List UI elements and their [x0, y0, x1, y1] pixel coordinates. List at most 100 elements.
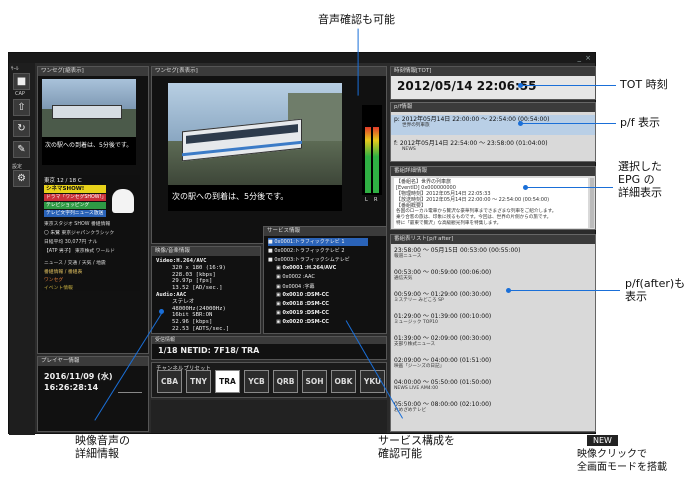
annotation-epg-detail: 選択した EPG の 詳細表示 [618, 160, 662, 199]
service-row[interactable]: ■ 0x0001:トラフィックテレビ 1 [268, 238, 368, 246]
stream-row: ▣ 0x0018 :DSM-CC [276, 301, 329, 307]
data-button-4[interactable]: テレビ文字列ニュース放送 [44, 210, 106, 217]
camera-button[interactable]: ■ [13, 73, 30, 90]
data-button-1[interactable]: シネマSHOW! [44, 185, 106, 193]
callout-line [520, 85, 616, 87]
callout-line [357, 28, 359, 96]
after-item[interactable]: 05:50:00 ～ 08:00:00 (02:10:00) おめざめテレビ [394, 401, 592, 423]
callout-line [525, 187, 613, 189]
netid-value: 1/18 NETID: 7F18/ TRA [158, 346, 260, 355]
audio-samplerate: 48000Hz(24000Hz) [172, 305, 226, 312]
data-button-2[interactable]: ドラマ「ワンセグSHOW!」 [44, 194, 106, 201]
netid-title: 受信情報 [152, 337, 386, 344]
detail-body[interactable]: 【番組名】世界の列車旅 [EventID] 0x000000000 【物理時刻】… [394, 178, 588, 228]
data-list-1[interactable]: 東京スタジオ SHOW 番組情報 [44, 220, 110, 227]
after-item[interactable]: 04:00:00 ～ 05:50:00 (01:50:00) NEWS LIVE … [394, 379, 592, 401]
player-time: 16:26:28:14 [44, 383, 99, 392]
tot-datetime: 2012/05/14 22:06:55 [397, 79, 537, 93]
tot-title: 時刻情報[TOT] [391, 67, 595, 76]
video-fps: 29.97p [fps] [172, 278, 213, 285]
pen-button[interactable]: ✎ [13, 141, 30, 158]
av-info-panel: 映像/音楽情報 Video:H.264/AVC 320 x 180 (16:9)… [151, 246, 261, 334]
after-item[interactable]: 00:53:00 ～ 00:59:00 (00:06:00) 通信天気 [394, 269, 592, 291]
callout-dot [518, 83, 523, 88]
after-item[interactable]: 02:09:00 ～ 04:00:00 (01:51:00) 映画「ジーンズの日記… [394, 357, 592, 379]
video-ad-rate: 13.52 [AD/sec.] [172, 285, 223, 292]
audio-bitrate: 52.96 [kbps] [172, 319, 213, 326]
title-bar: _ × [9, 53, 595, 63]
detail-title: 番組詳細情報 [391, 167, 595, 176]
service-title: サービス情報 [264, 227, 386, 236]
main-video-frame[interactable] [168, 83, 342, 185]
video-resolution: 320 x 180 (16:9) [172, 264, 226, 271]
video-codec: Video:H.264/AVC [156, 258, 207, 264]
refresh-button[interactable]: ↻ [13, 120, 30, 137]
cap-label: CAP [15, 91, 25, 97]
data-button-3[interactable]: テレビショッピング [44, 202, 106, 209]
close-icon[interactable]: × [585, 54, 591, 62]
detail-line: 特に「最東で贅沢」な高級観光列車を特集します。 [396, 221, 502, 226]
player-date: 2016/11/09 (水) [44, 372, 113, 381]
av-info-lines: Video:H.264/AVC 320 x 180 (16:9) 228.03 … [156, 258, 229, 333]
small-video-frame[interactable] [42, 79, 136, 137]
main-video-caption: 次の駅への到着は、5分後です。 [168, 185, 342, 211]
data-link-2[interactable]: 番組情報 / 番組表 [44, 268, 82, 275]
annotation-pf: p/f 表示 [620, 116, 661, 129]
after-title: 番組表リスト[p/f after] [391, 235, 595, 244]
preset-button-qrb[interactable]: QRB [273, 370, 298, 393]
stream-row: ▣ 0x0020 :DSM-CC [276, 319, 329, 325]
preset-button-soh[interactable]: SOH [302, 370, 327, 393]
preset-button-ycb[interactable]: YCB [244, 370, 269, 393]
settings-button[interactable]: ⚙ [13, 170, 30, 187]
data-list-4[interactable]: 【ATP 男子】 東京株式 ワールド [44, 247, 115, 254]
data-list-2[interactable]: 〇 朱鷺 東京ジャパンクラシック [44, 229, 114, 236]
upload-button[interactable]: ⇧ [13, 99, 30, 116]
preset-button-tra[interactable]: TRA [215, 370, 240, 393]
annotation-new: 映像クリックで 全画面モードを搭載 [577, 449, 667, 473]
detail-panel: 番組詳細情報 【番組名】世界の列車旅 [EventID] 0x000000000… [390, 166, 596, 230]
data-link-4[interactable]: イベント情報 [44, 284, 73, 291]
data-broadcast: 東京 12 / 18 C シネマSHOW! ドラマ「ワンセグSHOW!」 テレビ… [42, 175, 140, 291]
data-link-1[interactable]: ニュース / 交通 / 天気 / 地震 [44, 259, 106, 266]
audio-codec: Audio:AAC [156, 291, 187, 298]
main-video-panel: ワンセグ[表表示] 次の駅への到着は、5分後です。 L R [151, 66, 387, 244]
audio-sbr: 16bit SBR:ON [172, 312, 213, 319]
preset-button-tny[interactable]: TNY [186, 370, 211, 393]
service-row[interactable]: ■ 0x0002:トラフィックテレビ 2 [268, 247, 345, 255]
toolbar: ｻｰﾙ ■ CAP ⇧ ↻ ✎ 設定 ⚙ [9, 63, 35, 435]
after-panel: 番組表リスト[p/f after] 23:58:00 ～ 05月15日 00:5… [390, 234, 596, 432]
settings-label: 設定 [12, 164, 23, 170]
player-meter [118, 385, 142, 393]
pf-present[interactable]: p: 2012年05月14日 22:00:00 ～ 22:54:00 (00:5… [391, 115, 595, 135]
preset-button-cba[interactable]: CBA [157, 370, 182, 393]
stream-row: ▣ 0x0001 :H.264/AVC [276, 265, 337, 271]
callout-dot [506, 288, 511, 293]
after-item[interactable]: 01:39:00 ～ 02:09:00 (00:30:00) 支部り株式ニュース [394, 335, 592, 357]
pf-following[interactable]: f: 2012年05月14日 22:54:00 ～ 23:58:00 (01:0… [391, 139, 595, 159]
detail-scrollbar[interactable] [590, 178, 594, 228]
after-item[interactable]: 01:29:00 ～ 01:39:00 (00:10:00) ミュージック TOP… [394, 313, 592, 335]
preset-button-obk[interactable]: OBK [331, 370, 356, 393]
data-link-3[interactable]: ワンセグ [44, 276, 63, 283]
audio-level-meter [362, 105, 382, 195]
data-list-3[interactable]: 日経平均 30,077円 ナル [44, 238, 97, 245]
annotation-video-audio: 映像音声の 詳細情報 [75, 434, 130, 460]
upload-icon: ⇧ [17, 102, 26, 113]
after-item[interactable]: 00:59:00 ～ 01:29:00 (00:30:00) ミステリー みどころ… [394, 291, 592, 313]
after-item[interactable]: 23:58:00 ～ 05月15日 00:53:00 (00:55:00) 報道ニ… [394, 247, 592, 269]
audio-channel: ステレオ [172, 298, 195, 305]
player-panel: プレイヤー情報 2016/11/09 (水) 16:26:28:14 [37, 356, 149, 432]
service-row[interactable]: ■ 0x0003:トラフィックシムテレビ [268, 256, 350, 264]
callout-dot [523, 185, 528, 190]
av-info-title: 映像/音楽情報 [152, 247, 260, 256]
pf-tag-p: p: [394, 116, 400, 123]
save-label: ｻｰﾙ [11, 66, 19, 72]
minimize-icon[interactable]: _ [578, 54, 582, 62]
pf-title: p/f情報 [391, 103, 595, 112]
stream-row: ▣ 0x0002 :AAC [276, 274, 315, 280]
small-video-panel: ワンセグ[縮表示] 次の駅への到着は、5分後です。 東京 12 / 18 C シ… [37, 66, 149, 354]
annotation-audio-check: 音声確認も可能 [318, 13, 395, 26]
level-label-r: R [374, 197, 378, 203]
service-panel: サービス情報 ■ 0x0001:トラフィックテレビ 1 ■ 0x0002:トラフ… [263, 226, 387, 334]
level-bar-right [373, 127, 379, 193]
